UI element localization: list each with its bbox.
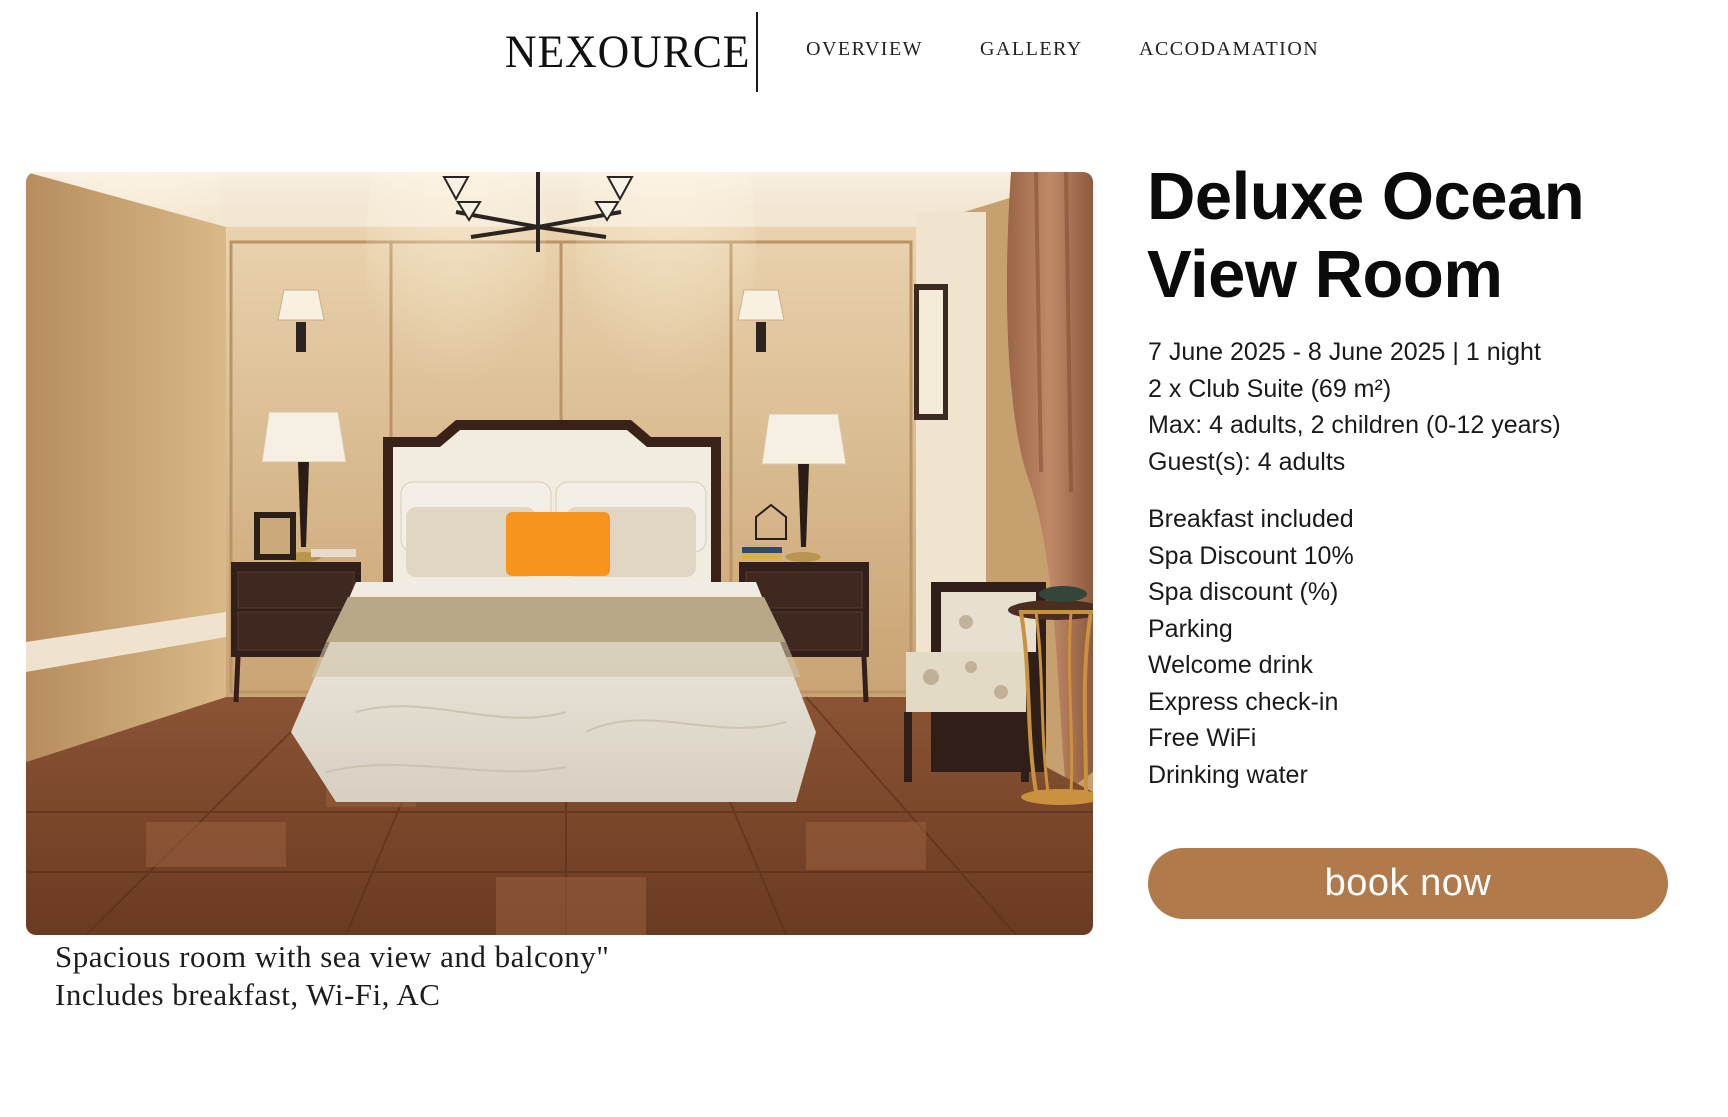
caption-line: Spacious room with sea view and balcony" xyxy=(55,939,610,974)
book-now-button[interactable]: book now xyxy=(1148,848,1668,919)
room-title: Deluxe Ocean View Room xyxy=(1147,159,1585,312)
amenity-item: Express check-in xyxy=(1148,687,1339,716)
booking-info-list: 7 June 2025 - 8 June 2025 | 1 night 2 x … xyxy=(1148,334,1561,480)
amenity-item: Free WiFi xyxy=(1148,724,1257,752)
bedroom-illustration xyxy=(26,172,1093,935)
max-occupancy: Max: 4 adults, 2 children (0-12 years) xyxy=(1148,411,1561,439)
amenity-item: Spa discount (%) xyxy=(1148,578,1339,606)
nav-overview[interactable]: OVERVIEW xyxy=(806,38,923,61)
amenity-item: Breakfast included xyxy=(1148,505,1354,533)
amenity-item: Drinking water xyxy=(1148,760,1308,789)
amenity-item: Spa Discount 10% xyxy=(1148,541,1354,570)
guest-count: Guest(s): 4 adults xyxy=(1148,447,1346,476)
nav-gallery[interactable]: GALLERY xyxy=(980,38,1083,61)
brand-logo[interactable]: NEXOURCE xyxy=(505,24,750,80)
header-divider xyxy=(756,12,758,92)
amenity-item: Welcome drink xyxy=(1148,651,1313,679)
booking-dates: 7 June 2025 - 8 June 2025 | 1 night xyxy=(1148,338,1541,366)
nav-accommodation[interactable]: ACCODAMATION xyxy=(1139,38,1319,61)
caption-line: Includes breakfast, Wi-Fi, AC xyxy=(55,977,441,1012)
amenity-list: Breakfast included Spa Discount 10% Spa … xyxy=(1148,501,1354,793)
room-photo xyxy=(26,172,1093,935)
room-caption: Spacious room with sea view and balcony"… xyxy=(55,938,609,1014)
room-type: 2 x Club Suite (69 m²) xyxy=(1148,374,1392,403)
amenity-item: Parking xyxy=(1148,614,1233,643)
